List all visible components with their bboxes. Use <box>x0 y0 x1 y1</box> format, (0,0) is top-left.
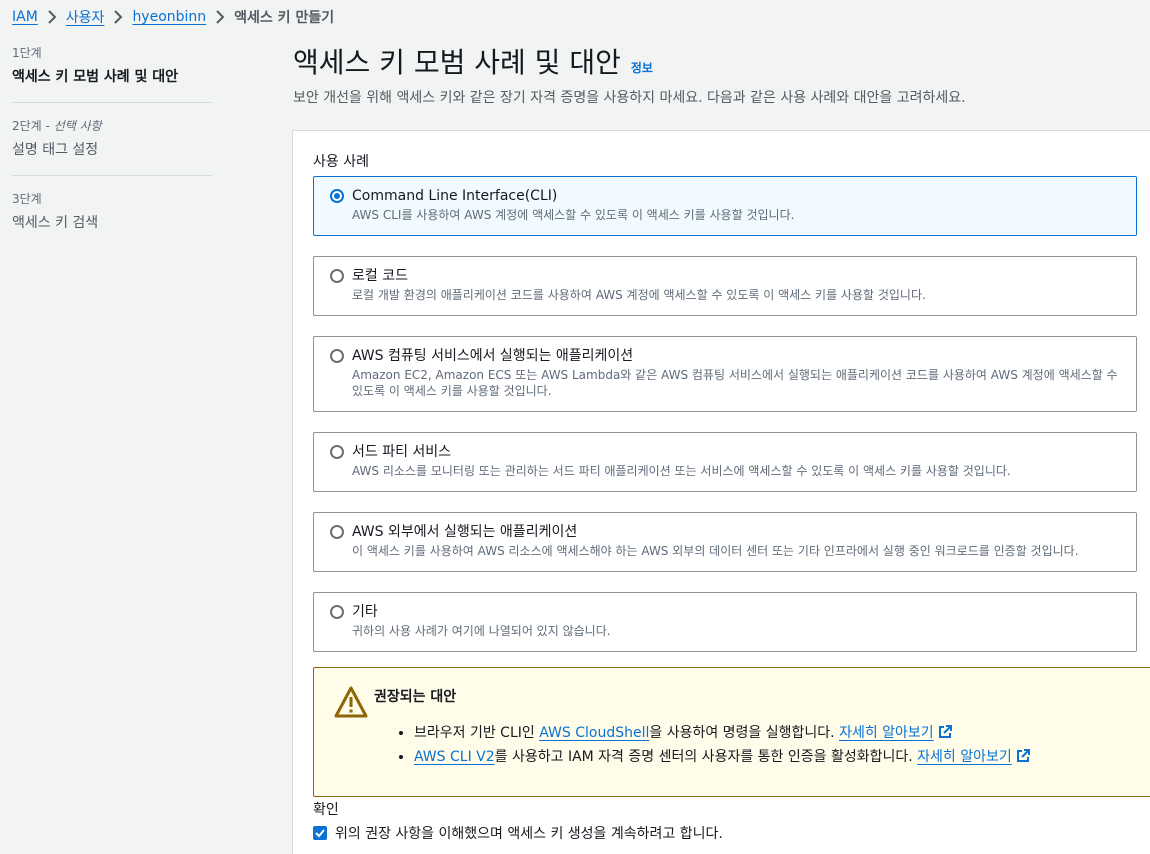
option-local-code[interactable]: 로컬 코드 로컬 개발 환경의 애플리케이션 코드를 사용하여 AWS 계정에 … <box>313 256 1137 316</box>
step-number: 1단계 <box>12 46 42 60</box>
alert-list: 브라우저 기반 CLI인 AWS CloudShell을 사용하여 명령을 실행… <box>414 722 1030 770</box>
use-case-container: 사용 사례 Command Line Interface(CLI) AWS CL… <box>292 130 1150 854</box>
page-description: 보안 개선을 위해 액세스 키와 같은 장기 자격 증명을 사용하지 마세요. … <box>293 90 966 106</box>
learn-more-link[interactable]: 자세히 알아보기 <box>839 725 934 741</box>
warning-icon <box>334 686 368 718</box>
option-description: AWS CLI를 사용하여 AWS 계정에 액세스할 수 있도록 이 액세스 키… <box>352 208 795 222</box>
option-description: 이 액세스 키를 사용하여 AWS 리소스에 액세스해야 하는 AWS 외부의 … <box>352 544 1079 558</box>
confirm-row: 위의 권장 사항을 이해했으며 액세스 키 생성을 계속하려고 합니다. <box>313 823 723 843</box>
option-other[interactable]: 기타 귀하의 사용 사례가 여기에 나열되어 있지 않습니다. <box>313 592 1137 652</box>
radio-icon[interactable] <box>330 605 344 619</box>
page-title: 액세스 키 모범 사례 및 대안 <box>293 46 621 79</box>
alert-text: 브라우저 기반 CLI인 <box>414 725 540 741</box>
option-title: 기타 <box>352 604 378 620</box>
breadcrumb-current: 액세스 키 만들기 <box>234 10 335 26</box>
cloudshell-link[interactable]: AWS CloudShell <box>539 725 649 741</box>
chevron-right-icon <box>104 10 132 24</box>
check-icon <box>315 829 325 838</box>
option-outside-aws[interactable]: AWS 외부에서 실행되는 애플리케이션 이 액세스 키를 사용하여 AWS 리… <box>313 512 1137 572</box>
wizard-steps: 1단계 액세스 키 모범 사례 및 대안 2단계 - 선택 사항 설명 태그 설… <box>12 44 212 262</box>
external-link-icon[interactable] <box>938 724 952 746</box>
option-title: AWS 컴퓨팅 서비스에서 실행되는 애플리케이션 <box>352 348 634 364</box>
option-title: Command Line Interface(CLI) <box>352 188 558 204</box>
option-description: AWS 리소스를 모니터링 또는 관리하는 서드 파티 애플리케이션 또는 서비… <box>352 464 1011 478</box>
step-2: 2단계 - 선택 사항 설명 태그 설정 <box>12 117 212 176</box>
confirm-checkbox[interactable] <box>313 826 327 840</box>
step-number-text: 2단계 - <box>12 119 54 133</box>
alert-title: 권장되는 대안 <box>374 689 457 705</box>
confirm-text: 위의 권장 사항을 이해했으며 액세스 키 생성을 계속하려고 합니다. <box>335 826 723 842</box>
breadcrumb: IAM 사용자 hyeonbinn 액세스 키 만들기 <box>12 6 334 28</box>
breadcrumb-iam[interactable]: IAM <box>12 9 38 25</box>
radio-icon[interactable] <box>330 445 344 459</box>
recommended-alternatives-alert: 권장되는 대안 브라우저 기반 CLI인 AWS CloudShell을 사용하… <box>313 667 1150 797</box>
option-third-party[interactable]: 서드 파티 서비스 AWS 리소스를 모니터링 또는 관리하는 서드 파티 애플… <box>313 432 1137 492</box>
info-link[interactable]: 정보 <box>631 59 653 76</box>
external-link-icon[interactable] <box>1016 748 1030 770</box>
breadcrumb-users[interactable]: 사용자 <box>66 7 105 27</box>
step-3: 3단계 액세스 키 검색 <box>12 190 212 248</box>
step-number: 3단계 <box>12 192 42 206</box>
list-item: 브라우저 기반 CLI인 AWS CloudShell을 사용하여 명령을 실행… <box>414 722 1030 746</box>
step-title: 액세스 키 검색 <box>12 215 99 231</box>
step-title: 액세스 키 모범 사례 및 대안 <box>12 69 179 85</box>
option-description: 귀하의 사용 사례가 여기에 나열되어 있지 않습니다. <box>352 624 611 638</box>
step-1: 1단계 액세스 키 모범 사례 및 대안 <box>12 44 212 103</box>
list-item: AWS CLI V2를 사용하고 IAM 자격 증명 센터의 사용자를 통한 인… <box>414 746 1030 770</box>
step-title: 설명 태그 설정 <box>12 142 99 158</box>
radio-icon[interactable] <box>330 525 344 539</box>
option-aws-compute[interactable]: AWS 컴퓨팅 서비스에서 실행되는 애플리케이션 Amazon EC2, Am… <box>313 336 1137 412</box>
breadcrumb-user[interactable]: hyeonbinn <box>132 9 206 25</box>
option-description: 로컬 개발 환경의 애플리케이션 코드를 사용하여 AWS 계정에 액세스할 수… <box>352 288 926 302</box>
radio-icon[interactable] <box>330 269 344 283</box>
chevron-right-icon <box>38 10 66 24</box>
aws-cli-v2-link[interactable]: AWS CLI V2 <box>414 749 495 765</box>
option-cli[interactable]: Command Line Interface(CLI) AWS CLI를 사용하… <box>313 176 1137 236</box>
step-optional: 선택 사항 <box>53 119 102 133</box>
option-description: Amazon EC2, Amazon ECS 또는 AWS Lambda와 같은… <box>352 368 1118 398</box>
step-number: 2단계 - 선택 사항 <box>12 117 212 135</box>
alert-text: 를 사용하고 IAM 자격 증명 센터의 사용자를 통한 인증을 활성화합니다. <box>494 749 918 765</box>
learn-more-link[interactable]: 자세히 알아보기 <box>917 749 1012 765</box>
option-title: 로컬 코드 <box>352 268 408 284</box>
option-title: 서드 파티 서비스 <box>352 444 452 460</box>
chevron-right-icon <box>206 10 234 24</box>
alert-text: 을 사용하여 명령을 실행합니다. <box>649 725 840 741</box>
radio-icon[interactable] <box>330 349 344 363</box>
radio-selected-icon[interactable] <box>330 189 344 203</box>
confirm-label: 확인 <box>313 802 339 818</box>
page-header: 액세스 키 모범 사례 및 대안 정보 보안 개선을 위해 액세스 키와 같은 … <box>293 44 1133 108</box>
option-title: AWS 외부에서 실행되는 애플리케이션 <box>352 524 578 540</box>
use-case-label: 사용 사례 <box>313 154 369 170</box>
